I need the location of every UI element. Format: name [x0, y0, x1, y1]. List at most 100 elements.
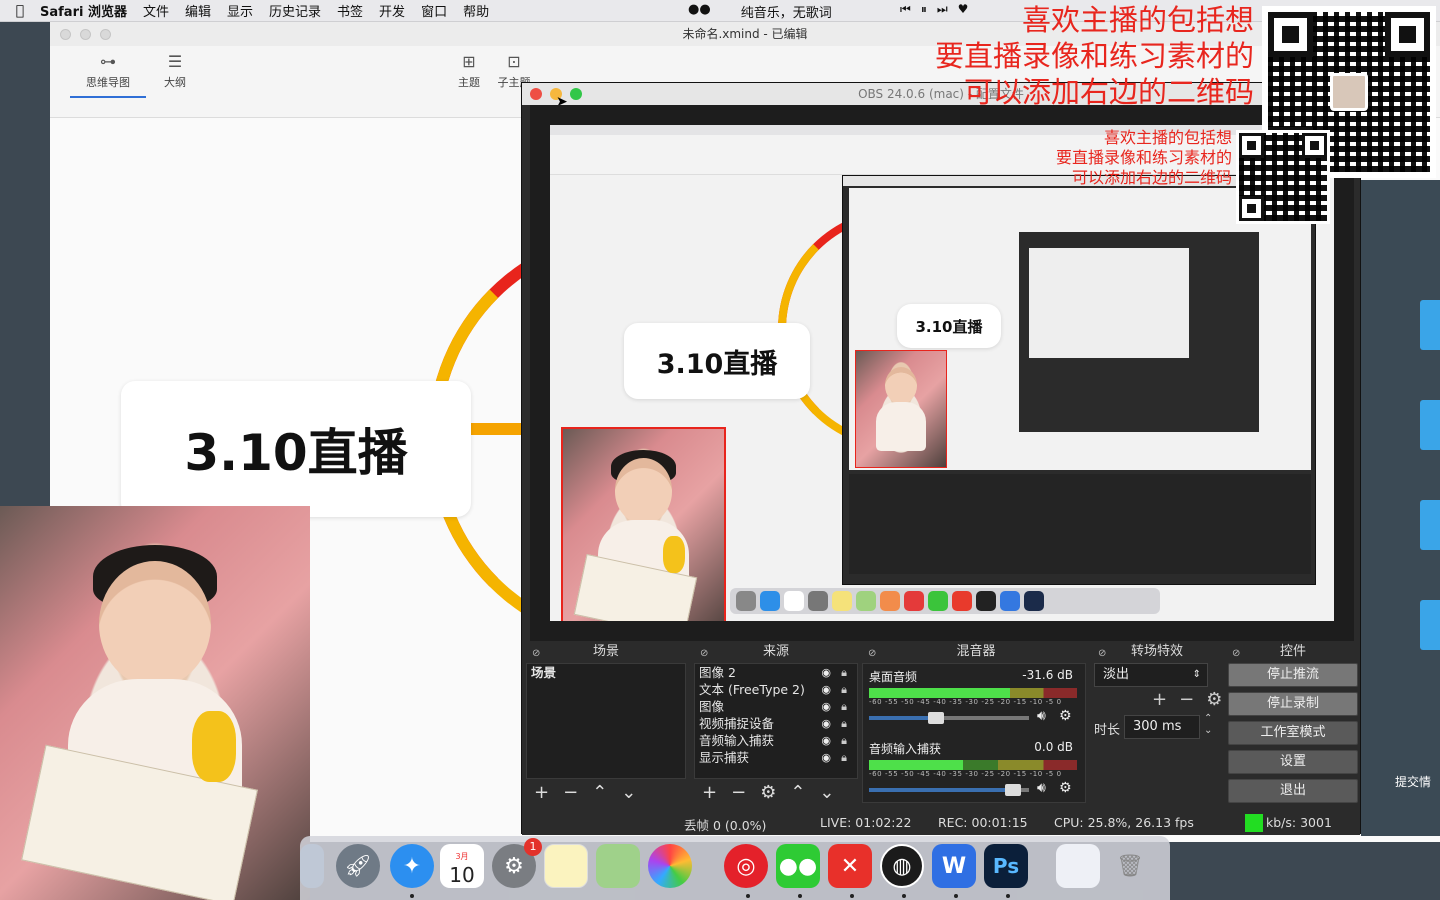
tab-mindmap[interactable]: ⊶ 思维导图	[70, 52, 146, 98]
speaker-icon[interactable]: 🔊︎	[1037, 708, 1046, 724]
source-item[interactable]: 视频捕捉设备 ◉ 🔒︎	[695, 715, 857, 732]
lock-icon[interactable]: 🔒︎	[841, 681, 847, 698]
safari-icon[interactable]: ✦	[390, 844, 434, 888]
mixer-channel-db: -31.6 dB	[1022, 668, 1073, 682]
panel-dock-icon[interactable]: ⊘	[700, 643, 708, 665]
scene-item[interactable]: 场景	[527, 664, 685, 681]
source-properties-gear-icon[interactable]: ⚙	[760, 782, 776, 803]
maps-icon[interactable]	[596, 844, 640, 888]
eye-icon[interactable]: ◉	[821, 681, 831, 698]
tool-topic-label: 主题	[458, 76, 480, 89]
launchpad-icon[interactable]: 🚀︎	[336, 844, 380, 888]
side-tab[interactable]	[1420, 400, 1440, 450]
side-tab[interactable]	[1420, 600, 1440, 650]
slider-knob[interactable]	[928, 712, 945, 724]
finder-icon[interactable]	[300, 844, 324, 888]
slider-knob[interactable]	[1005, 784, 1021, 796]
duration-input[interactable]: 300 ms	[1124, 715, 1200, 739]
move-scene-down-button[interactable]: ⌄	[621, 782, 636, 803]
wps-icon[interactable]: W	[932, 844, 976, 888]
add-transition-button[interactable]: +	[1152, 689, 1167, 710]
lock-icon[interactable]: 🔒︎	[841, 698, 847, 715]
menu-window[interactable]: 窗口	[421, 1, 447, 20]
stop-recording-button[interactable]: 停止录制	[1228, 692, 1358, 716]
source-item[interactable]: 文本 (FreeType 2) ◉ 🔒︎	[695, 681, 857, 698]
menu-history[interactable]: 历史记录	[269, 1, 321, 20]
settings-button[interactable]: 设置	[1228, 750, 1358, 774]
nested-topic: 3.10直播	[897, 304, 1001, 348]
eye-icon[interactable]: ◉	[821, 715, 831, 732]
eye-icon[interactable]: ◉	[821, 749, 831, 766]
lock-icon[interactable]: 🔒︎	[841, 749, 847, 766]
eye-icon[interactable]: ◉	[821, 664, 831, 681]
menu-file[interactable]: 文件	[143, 1, 169, 20]
tab-outline[interactable]: ☰ 大纲	[145, 52, 205, 90]
photoshop-icon[interactable]: Ps	[984, 844, 1028, 888]
close-button[interactable]	[60, 29, 71, 40]
menu-bookmarks[interactable]: 书签	[337, 1, 363, 20]
source-item[interactable]: 图像 ◉ 🔒︎	[695, 698, 857, 715]
calendar-icon[interactable]: 3月 10	[440, 844, 484, 888]
lock-icon[interactable]: 🔒︎	[841, 715, 847, 732]
notes-icon[interactable]	[544, 844, 588, 888]
mixer-gear-icon[interactable]: ⚙	[1059, 708, 1072, 724]
eye-icon[interactable]: ◉	[821, 698, 831, 715]
eye-icon[interactable]: ◉	[821, 732, 831, 749]
obs-zoom-button[interactable]	[570, 88, 582, 100]
volume-slider[interactable]	[869, 712, 1029, 724]
trash-icon[interactable]: 🗑︎	[1108, 844, 1152, 888]
mixer-gear-icon[interactable]: ⚙	[1059, 780, 1072, 796]
source-item[interactable]: 音频输入捕获 ◉ 🔒︎	[695, 732, 857, 749]
side-tab[interactable]	[1420, 300, 1440, 350]
dropped-frames: 丢帧 0 (0.0%)	[684, 818, 767, 833]
side-tab[interactable]	[1420, 500, 1440, 550]
move-source-up-button[interactable]: ⌃	[790, 782, 805, 803]
photos-icon[interactable]	[648, 844, 692, 888]
exit-button[interactable]: 退出	[1228, 779, 1358, 803]
wechat-menubar-icon[interactable]: ●●	[688, 2, 711, 21]
menu-help[interactable]: 帮助	[463, 1, 489, 20]
obs-icon[interactable]: ◍	[880, 844, 924, 888]
remove-source-button[interactable]: −	[731, 782, 746, 803]
transition-gear-icon[interactable]: ⚙	[1206, 689, 1222, 710]
source-item[interactable]: 图像 2 ◉ 🔒︎	[695, 664, 857, 681]
move-source-down-button[interactable]: ⌄	[819, 782, 834, 803]
now-playing-text[interactable]: 纯音乐，无歌词	[741, 2, 832, 21]
wechat-icon[interactable]: ●●	[776, 844, 820, 888]
scenes-list[interactable]: 场景	[526, 663, 686, 779]
add-scene-button[interactable]: +	[534, 782, 549, 803]
menu-develop[interactable]: 开发	[379, 1, 405, 20]
panel-dock-icon[interactable]: ⊘	[1232, 643, 1240, 665]
menu-edit[interactable]: 编辑	[185, 1, 211, 20]
duration-stepper[interactable]: ⌃ ⌄	[1204, 713, 1212, 737]
minimize-button[interactable]	[80, 29, 91, 40]
remove-scene-button[interactable]: −	[563, 782, 578, 803]
transition-select[interactable]: 淡出 ⇕	[1094, 663, 1208, 687]
mixer-channel-mic: 音频输入捕获 0.0 dB -60 -55 -50 -45 -40 -35 -3…	[863, 736, 1083, 806]
zoom-button[interactable]	[100, 29, 111, 40]
lock-icon[interactable]: 🔒︎	[841, 732, 847, 749]
qr-finder	[1302, 133, 1327, 158]
sources-list[interactable]: 图像 2 ◉ 🔒︎ 文本 (FreeType 2) ◉ 🔒︎ 图像 ◉ 🔒︎ 视频捕捉设备 ◉…	[694, 663, 858, 779]
move-scene-up-button[interactable]: ⌃	[592, 782, 607, 803]
obs-close-button[interactable]	[530, 88, 542, 100]
panel-dock-icon[interactable]: ⊘	[868, 643, 876, 665]
stop-streaming-button[interactable]: 停止推流	[1228, 663, 1358, 687]
downloads-icon[interactable]	[1056, 844, 1100, 888]
system-preferences-icon[interactable]: ⚙ 1	[492, 838, 542, 888]
netease-music-icon[interactable]: ◎	[724, 844, 768, 888]
lock-icon[interactable]: 🔒︎	[841, 664, 847, 681]
speaker-icon[interactable]: 🔊︎	[1037, 780, 1046, 796]
remove-transition-button[interactable]: −	[1179, 689, 1194, 710]
panel-dock-icon[interactable]: ⊘	[1098, 643, 1106, 665]
menu-view[interactable]: 显示	[227, 1, 253, 20]
source-item[interactable]: 显示捕获 ◉ 🔒︎	[695, 749, 857, 766]
xmind-icon[interactable]: ✕	[828, 844, 872, 888]
add-source-button[interactable]: +	[702, 782, 717, 803]
panel-dock-icon[interactable]: ⊘	[532, 643, 540, 665]
menu-app-name[interactable]: Safari 浏览器	[40, 1, 127, 20]
volume-slider[interactable]	[869, 784, 1029, 796]
central-topic[interactable]: 3.10直播	[121, 381, 471, 517]
studio-mode-button[interactable]: 工作室模式	[1228, 721, 1358, 745]
apple-menu-icon[interactable]: 	[0, 3, 40, 19]
